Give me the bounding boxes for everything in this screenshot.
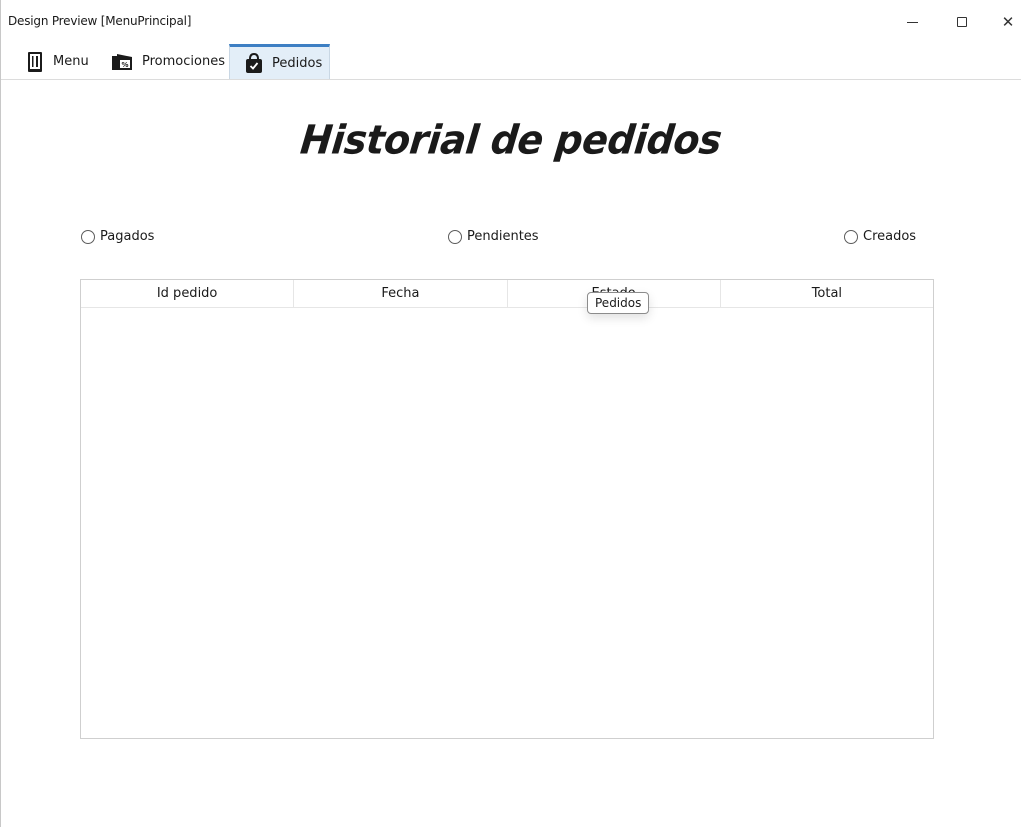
maximize-button[interactable] bbox=[942, 8, 982, 36]
radio-circle-icon[interactable] bbox=[448, 229, 462, 244]
tab-pedidos[interactable]: Pedidos bbox=[229, 44, 330, 79]
tab-menu-label: Menu bbox=[53, 54, 89, 69]
radio-circle-icon[interactable] bbox=[81, 229, 95, 244]
radio-pendientes-label: Pendientes bbox=[467, 229, 539, 244]
column-header-total[interactable]: Total bbox=[721, 280, 933, 307]
app-window: Design Preview [MenuPrincipal] ✕ Menu % … bbox=[0, 0, 1021, 827]
tab-pedidos-label: Pedidos bbox=[272, 55, 323, 71]
tab-menu[interactable]: Menu bbox=[26, 44, 106, 79]
minimize-button[interactable] bbox=[892, 8, 932, 36]
tab-promociones-label: Promociones bbox=[142, 54, 225, 69]
window-title: Design Preview [MenuPrincipal] bbox=[8, 14, 192, 28]
radio-pendientes[interactable]: Pendientes bbox=[448, 229, 539, 244]
close-button[interactable]: ✕ bbox=[988, 8, 1021, 36]
menu-book-icon bbox=[26, 51, 44, 73]
percent-tag-icon: % bbox=[111, 51, 133, 73]
table-header: Id pedido Fecha Estado Total bbox=[81, 280, 933, 308]
maximize-icon bbox=[957, 17, 967, 27]
tab-promociones[interactable]: % Promociones bbox=[111, 44, 226, 79]
tab-bar: Menu % Promociones Pedidos bbox=[1, 44, 1021, 80]
radio-creados[interactable]: Creados bbox=[844, 229, 916, 244]
column-header-fecha[interactable]: Fecha bbox=[294, 280, 508, 307]
title-bar[interactable]: Design Preview [MenuPrincipal] ✕ bbox=[1, 0, 1021, 40]
radio-pagados-label: Pagados bbox=[100, 229, 155, 244]
orders-table[interactable]: Id pedido Fecha Estado Total bbox=[80, 279, 934, 739]
tooltip: Pedidos bbox=[587, 292, 650, 314]
close-icon: ✕ bbox=[1001, 13, 1015, 31]
radio-pagados[interactable]: Pagados bbox=[81, 229, 154, 244]
minimize-icon bbox=[906, 21, 918, 23]
radio-creados-label: Creados bbox=[863, 229, 917, 244]
shopping-bag-icon bbox=[245, 52, 263, 74]
svg-text:%: % bbox=[122, 61, 129, 69]
page-title: Historial de pedidos bbox=[298, 116, 724, 164]
radio-circle-icon[interactable] bbox=[844, 229, 858, 244]
column-header-id-pedido[interactable]: Id pedido bbox=[81, 280, 295, 307]
